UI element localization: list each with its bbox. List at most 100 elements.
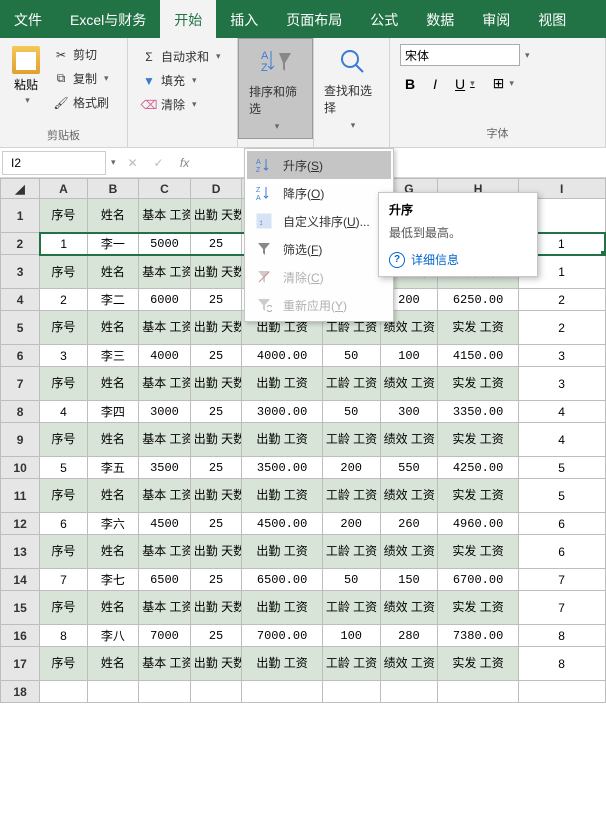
- cell[interactable]: 4500: [139, 513, 191, 535]
- cell[interactable]: 4960.00: [438, 513, 518, 535]
- cell[interactable]: 工龄 工资: [322, 423, 380, 457]
- cell[interactable]: 基本 工资: [139, 311, 191, 345]
- cell[interactable]: 出勤 天数: [190, 255, 242, 289]
- cell[interactable]: 50: [322, 345, 380, 367]
- cell[interactable]: 6500.00: [242, 569, 322, 591]
- cell[interactable]: 8: [518, 625, 605, 647]
- cell[interactable]: 序号: [40, 255, 87, 289]
- menu-excel-finance[interactable]: Excel与财务: [56, 0, 160, 38]
- cell[interactable]: [40, 681, 87, 703]
- cell[interactable]: 100: [322, 625, 380, 647]
- cell[interactable]: 出勤 天数: [190, 591, 242, 625]
- name-box[interactable]: [2, 151, 106, 175]
- select-all-corner[interactable]: ◢: [1, 179, 40, 199]
- cell[interactable]: 4500.00: [242, 513, 322, 535]
- cell[interactable]: 3000: [139, 401, 191, 423]
- cell[interactable]: 50: [322, 569, 380, 591]
- cell[interactable]: 5: [40, 457, 87, 479]
- cell[interactable]: 实发 工资: [438, 479, 518, 513]
- cell[interactable]: 4: [40, 401, 87, 423]
- row-header[interactable]: 3: [1, 255, 40, 289]
- bold-button[interactable]: B: [400, 72, 420, 95]
- cell[interactable]: 基本 工资: [139, 647, 191, 681]
- row-header[interactable]: 9: [1, 423, 40, 457]
- cell[interactable]: 绩效 工资: [380, 479, 438, 513]
- cell[interactable]: 7: [518, 591, 605, 625]
- col-header[interactable]: C: [139, 179, 191, 199]
- fx-icon[interactable]: fx: [176, 156, 194, 170]
- cell[interactable]: 7000: [139, 625, 191, 647]
- cell[interactable]: 5000: [139, 233, 191, 255]
- confirm-input-icon[interactable]: ✓: [150, 156, 168, 170]
- cell[interactable]: 出勤 工资: [242, 535, 322, 569]
- cell[interactable]: 工龄 工资: [322, 647, 380, 681]
- cell[interactable]: 4000: [139, 345, 191, 367]
- row-header[interactable]: 15: [1, 591, 40, 625]
- cell[interactable]: 出勤 工资: [242, 591, 322, 625]
- cell[interactable]: 基本 工资: [139, 591, 191, 625]
- cell[interactable]: 工龄 工资: [322, 479, 380, 513]
- cell[interactable]: 姓名: [87, 423, 139, 457]
- cell[interactable]: 550: [380, 457, 438, 479]
- cell[interactable]: [190, 681, 242, 703]
- border-button[interactable]: ⊞▾: [488, 72, 519, 95]
- cell[interactable]: 李二: [87, 289, 139, 311]
- row-header[interactable]: 2: [1, 233, 40, 255]
- cell[interactable]: 200: [322, 513, 380, 535]
- row-header[interactable]: 6: [1, 345, 40, 367]
- cell[interactable]: 3: [40, 345, 87, 367]
- row-header[interactable]: 12: [1, 513, 40, 535]
- cell[interactable]: 基本 工资: [139, 367, 191, 401]
- cell[interactable]: 绩效 工资: [380, 647, 438, 681]
- cell[interactable]: 实发 工资: [438, 591, 518, 625]
- font-name-select[interactable]: 宋体: [400, 44, 520, 66]
- cell[interactable]: 6700.00: [438, 569, 518, 591]
- cell[interactable]: [380, 681, 438, 703]
- col-header[interactable]: D: [190, 179, 242, 199]
- cut-button[interactable]: ✂剪切: [50, 44, 112, 65]
- menu-sort-descending[interactable]: ZA 降序(O): [247, 179, 391, 207]
- clear-button[interactable]: ⌫清除▾: [138, 94, 227, 115]
- cell[interactable]: 基本 工资: [139, 423, 191, 457]
- cell[interactable]: 绩效 工资: [380, 367, 438, 401]
- cell[interactable]: 绩效 工资: [380, 423, 438, 457]
- cell[interactable]: 出勤 天数: [190, 647, 242, 681]
- row-header[interactable]: 14: [1, 569, 40, 591]
- cell[interactable]: [518, 681, 605, 703]
- cell[interactable]: 6: [518, 513, 605, 535]
- cell[interactable]: 2: [518, 311, 605, 345]
- cell[interactable]: 实发 工资: [438, 535, 518, 569]
- cell[interactable]: 2: [518, 289, 605, 311]
- cell[interactable]: 6: [518, 535, 605, 569]
- row-header[interactable]: 13: [1, 535, 40, 569]
- cell[interactable]: 基本 工资: [139, 255, 191, 289]
- cell[interactable]: 序号: [40, 199, 87, 233]
- cell[interactable]: 25: [190, 401, 242, 423]
- menu-sort-ascending[interactable]: AZ 升序(S): [247, 151, 391, 179]
- cell[interactable]: 100: [380, 345, 438, 367]
- cell[interactable]: 基本 工资: [139, 479, 191, 513]
- cell[interactable]: 姓名: [87, 647, 139, 681]
- cell[interactable]: 25: [190, 513, 242, 535]
- sort-filter-button[interactable]: AZ 排序和筛选 ▾: [238, 38, 313, 139]
- row-header[interactable]: 11: [1, 479, 40, 513]
- cell[interactable]: 出勤 工资: [242, 647, 322, 681]
- autosum-button[interactable]: Σ自动求和▾: [138, 46, 227, 67]
- cell[interactable]: 李五: [87, 457, 139, 479]
- cell[interactable]: 6250.00: [438, 289, 518, 311]
- cell[interactable]: 8: [518, 647, 605, 681]
- menu-page-layout[interactable]: 页面布局: [272, 0, 356, 38]
- cell[interactable]: 绩效 工资: [380, 591, 438, 625]
- menu-insert[interactable]: 插入: [216, 0, 272, 38]
- cell[interactable]: 25: [190, 289, 242, 311]
- row-header[interactable]: 18: [1, 681, 40, 703]
- cell[interactable]: 50: [322, 401, 380, 423]
- cell[interactable]: 4000.00: [242, 345, 322, 367]
- cell[interactable]: 出勤 天数: [190, 479, 242, 513]
- menu-formulas[interactable]: 公式: [356, 0, 412, 38]
- cell[interactable]: [139, 681, 191, 703]
- row-header[interactable]: 16: [1, 625, 40, 647]
- cell[interactable]: 150: [380, 569, 438, 591]
- cell[interactable]: 4: [518, 423, 605, 457]
- cell[interactable]: 序号: [40, 479, 87, 513]
